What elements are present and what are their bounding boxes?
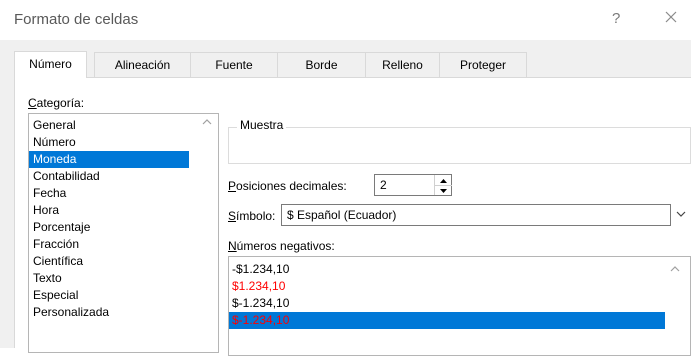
close-icon [665, 11, 677, 23]
category-list[interactable]: General Número Moneda Contabilidad Fecha… [28, 113, 219, 353]
tab-proteger[interactable]: Proteger [439, 52, 527, 77]
symbol-dropdown-button[interactable] [670, 204, 691, 226]
category-scroll-up-button[interactable] [201, 116, 213, 128]
categoria-label: Categoría: [28, 96, 85, 110]
chevron-down-icon [676, 211, 686, 217]
negative-format-item[interactable]: $-1.234,10 [229, 295, 665, 312]
decimal-places-stepper[interactable]: 2 [374, 174, 452, 196]
category-item-moneda[interactable]: Moneda [29, 151, 189, 168]
chevron-up-icon [202, 119, 212, 125]
tab-alineacion[interactable]: Alineación [94, 52, 191, 77]
tab-numero[interactable]: Número [14, 51, 87, 78]
negative-format-item-selected[interactable]: $-1.234,10 [229, 312, 665, 329]
stepper-buttons [434, 175, 453, 195]
symbol-select-value: $ Español (Ecuador) [287, 208, 397, 222]
category-item-contabilidad[interactable]: Contabilidad [29, 168, 189, 185]
category-item-hora[interactable]: Hora [29, 202, 189, 219]
title-bar: Formato de celdas ? [0, 0, 691, 40]
category-item-cientifica[interactable]: Científica [29, 253, 189, 270]
category-item-personalizada[interactable]: Personalizada [29, 304, 189, 321]
category-item-fraccion[interactable]: Fracción [29, 236, 189, 253]
dialog-title: Formato de celdas [14, 11, 139, 28]
category-item-porcentaje[interactable]: Porcentaje [29, 219, 189, 236]
category-item-fecha[interactable]: Fecha [29, 185, 189, 202]
category-item-general[interactable]: General [29, 117, 189, 134]
tab-fuente[interactable]: Fuente [190, 52, 278, 77]
muestra-label: Muestra [237, 118, 287, 132]
number-tab-panel: Categoría: General Número Moneda Contabi… [14, 77, 691, 356]
category-item-texto[interactable]: Texto [29, 270, 189, 287]
muestra-group [228, 127, 691, 164]
chevron-up-icon [670, 266, 680, 272]
negative-format-item[interactable]: -$1.234,10 [229, 261, 665, 278]
decimal-places-value[interactable]: 2 [380, 178, 387, 192]
category-item-numero[interactable]: Número [29, 134, 189, 151]
category-item-especial[interactable]: Especial [29, 287, 189, 304]
help-button[interactable]: ? [612, 10, 620, 27]
stepper-down-button[interactable] [435, 185, 452, 195]
tab-relleno[interactable]: Relleno [365, 52, 440, 77]
negative-format-item[interactable]: $1.234,10 [229, 278, 665, 295]
dialog-body: Número Alineación Fuente Borde Relleno P… [0, 40, 691, 356]
close-button[interactable] [661, 7, 681, 27]
negativos-label: Números negativos: [228, 239, 335, 253]
negatives-scroll-up-button[interactable] [669, 263, 681, 275]
symbol-select[interactable]: $ Español (Ecuador) [281, 204, 691, 226]
triangle-down-icon [440, 189, 447, 193]
negative-numbers-list[interactable]: -$1.234,10 $1.234,10 $-1.234,10 $-1.234,… [228, 256, 691, 356]
simbolo-label: Símbolo: [228, 209, 276, 223]
decimales-label: Posiciones decimales: [228, 179, 347, 193]
tab-borde[interactable]: Borde [277, 52, 366, 77]
